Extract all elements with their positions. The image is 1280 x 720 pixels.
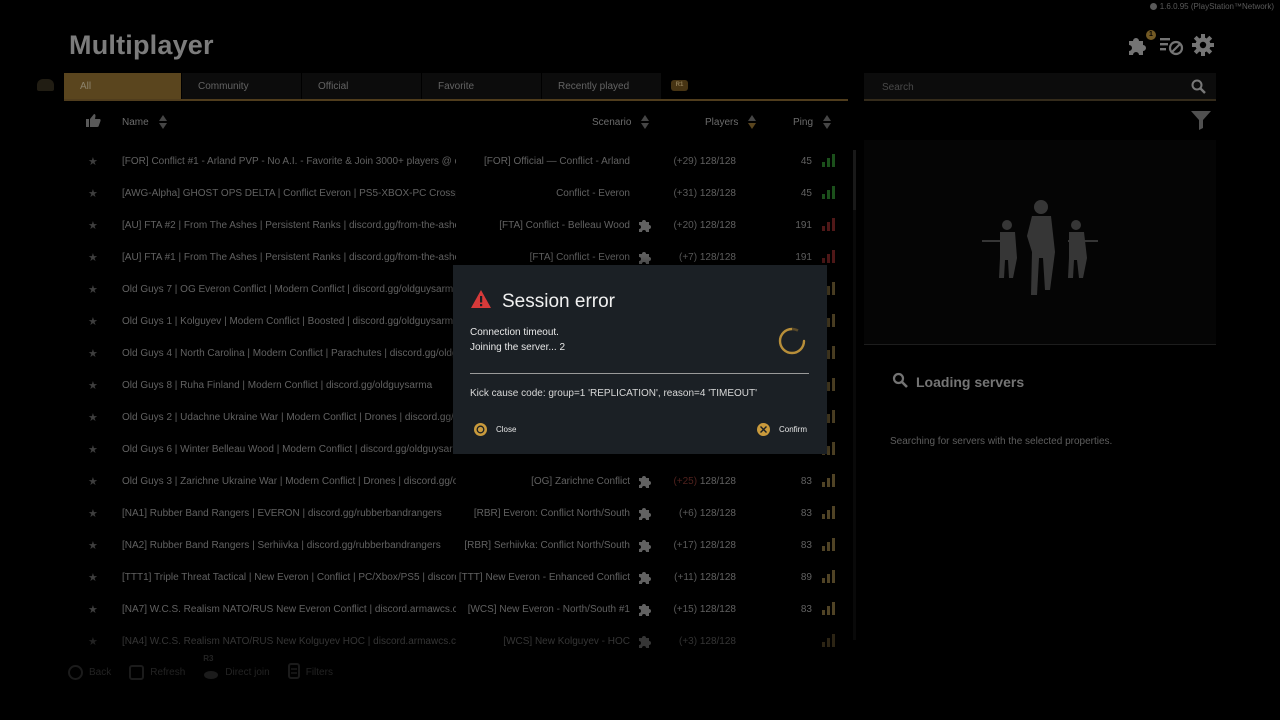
- dialog-message-line-2: Joining the server... 2: [470, 342, 566, 353]
- confirm-button[interactable]: Confirm: [757, 423, 807, 436]
- dialog-divider: [470, 373, 809, 374]
- session-error-dialog: Session error Connection timeout. Joinin…: [453, 265, 827, 454]
- dialog-title-text: Session error: [502, 291, 615, 312]
- close-button[interactable]: Close: [474, 423, 516, 436]
- dialog-message-line-1: Connection timeout.: [470, 327, 559, 338]
- confirm-label: Confirm: [779, 425, 808, 434]
- loading-spinner-icon: [778, 327, 806, 360]
- close-label: Close: [496, 425, 517, 434]
- cross-button-icon: [757, 423, 770, 436]
- dialog-title: Session error: [470, 289, 615, 315]
- kick-cause-text: Kick cause code: group=1 'REPLICATION', …: [470, 388, 758, 399]
- circle-button-icon: [474, 423, 487, 436]
- warning-icon: [470, 289, 492, 315]
